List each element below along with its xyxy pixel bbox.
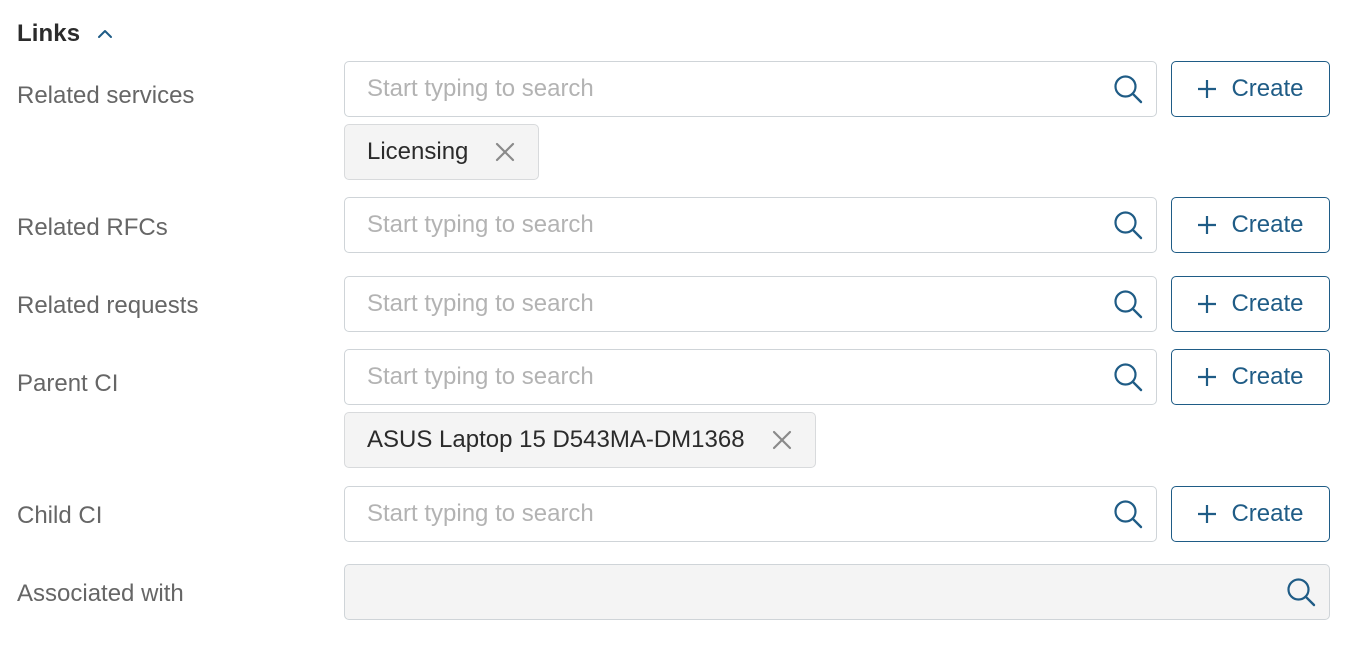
links-section-header[interactable]: Links (17, 18, 114, 50)
plus-icon (1197, 215, 1217, 235)
section-title: Links (17, 20, 81, 47)
related-services-label: Related services (17, 82, 195, 109)
related-rfcs-label: Related RFCs (17, 214, 168, 241)
child-ci-search[interactable] (344, 486, 1157, 542)
associated-with-label: Associated with (17, 580, 184, 607)
associated-with-input[interactable] (345, 565, 1285, 619)
related-rfcs-create-button[interactable]: Create (1171, 197, 1330, 253)
chevron-up-icon[interactable] (96, 25, 114, 43)
related-service-chip: Licensing (344, 124, 540, 180)
plus-icon (1197, 367, 1217, 387)
related-requests-create-button[interactable]: Create (1171, 276, 1330, 332)
related-services-input[interactable] (345, 62, 1112, 116)
plus-icon (1197, 294, 1217, 314)
search-icon[interactable] (1112, 288, 1144, 320)
search-icon[interactable] (1112, 361, 1144, 393)
related-requests-search[interactable] (344, 276, 1157, 332)
parent-ci-create-button[interactable]: Create (1171, 349, 1330, 405)
plus-icon (1197, 504, 1217, 524)
related-requests-label: Related requests (17, 292, 199, 319)
create-button-label: Create (1231, 290, 1304, 317)
search-icon[interactable] (1285, 576, 1317, 608)
related-requests-input[interactable] (345, 277, 1112, 331)
associated-with-search[interactable] (344, 564, 1330, 620)
search-icon[interactable] (1112, 73, 1144, 105)
child-ci-create-button[interactable]: Create (1171, 486, 1330, 542)
chip-label: ASUS Laptop 15 D543MA-DM1368 (367, 426, 745, 453)
close-icon[interactable] (494, 141, 516, 163)
search-icon[interactable] (1112, 209, 1144, 241)
related-services-search[interactable] (344, 61, 1157, 117)
create-button-label: Create (1231, 211, 1304, 238)
create-button-label: Create (1231, 75, 1304, 102)
create-button-label: Create (1231, 363, 1304, 390)
child-ci-label: Child CI (17, 502, 103, 529)
search-icon[interactable] (1112, 498, 1144, 530)
related-rfcs-search[interactable] (344, 197, 1157, 253)
parent-ci-chip: ASUS Laptop 15 D543MA-DM1368 (344, 412, 816, 468)
parent-ci-search[interactable] (344, 349, 1157, 405)
child-ci-input[interactable] (345, 487, 1112, 541)
related-services-create-button[interactable]: Create (1171, 61, 1330, 117)
chip-label: Licensing (367, 138, 469, 165)
parent-ci-label: Parent CI (17, 370, 119, 397)
plus-icon (1197, 79, 1217, 99)
create-button-label: Create (1231, 500, 1304, 527)
close-icon[interactable] (771, 429, 793, 451)
related-rfcs-input[interactable] (345, 198, 1112, 252)
parent-ci-input[interactable] (345, 350, 1112, 404)
